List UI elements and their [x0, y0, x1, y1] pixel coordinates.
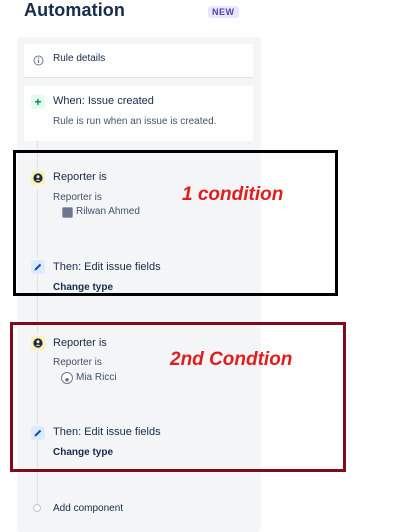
annotation-box-second: [10, 322, 346, 472]
plus-icon: +: [31, 95, 45, 109]
page-title: Automation: [24, 0, 125, 20]
trigger-title: When: Issue created: [53, 95, 154, 107]
info-icon: [31, 53, 45, 67]
add-component-button[interactable]: Add component: [53, 503, 123, 514]
rule-details-label: Rule details: [53, 53, 106, 64]
divider: [24, 77, 253, 78]
add-component-icon: [33, 504, 41, 512]
annotation-label-first: 1 condition: [182, 184, 284, 205]
trigger-description: Rule is run when an issue is created.: [53, 116, 217, 127]
annotation-label-second: 2nd Condtion: [170, 349, 293, 370]
new-badge: NEW: [208, 6, 239, 18]
annotation-box-first: [13, 150, 338, 296]
